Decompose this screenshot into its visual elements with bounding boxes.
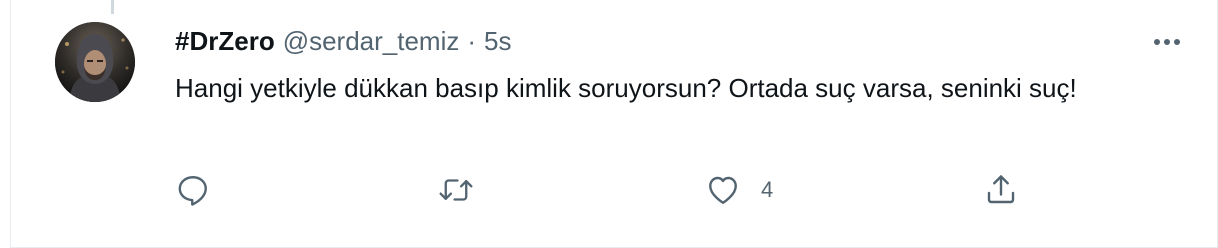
more-options-button[interactable]: [1151, 26, 1183, 58]
avatar-image: [55, 22, 135, 102]
reply-button[interactable]: [175, 170, 211, 210]
share-icon: [987, 175, 1015, 204]
display-name[interactable]: #DrZero: [175, 24, 275, 58]
reply-icon: [178, 176, 207, 206]
retweet-icon: [439, 179, 473, 201]
tweet-card[interactable]: #DrZero @serdar_temiz · 5s Hangi yetkiyl…: [10, 0, 1218, 248]
share-button[interactable]: [983, 170, 1019, 210]
heart-icon: [709, 176, 737, 204]
avatar[interactable]: [55, 22, 135, 102]
like-button[interactable]: 4: [705, 170, 773, 210]
separator-dot: ·: [467, 26, 477, 56]
tweet-timestamp[interactable]: 5s: [484, 24, 511, 58]
retweet-button[interactable]: [437, 170, 475, 210]
user-handle[interactable]: @serdar_temiz: [283, 24, 460, 58]
more-horizontal-icon: [1154, 39, 1180, 45]
tweet-text: Hangi yetkiyle dükkan basıp kimlik soruy…: [175, 73, 1077, 103]
thread-connector-line: [111, 0, 114, 14]
tweet-header: #DrZero @serdar_temiz · 5s: [175, 24, 512, 58]
like-count: 4: [761, 177, 774, 202]
tweet-actions-bar: 4: [175, 170, 1055, 210]
